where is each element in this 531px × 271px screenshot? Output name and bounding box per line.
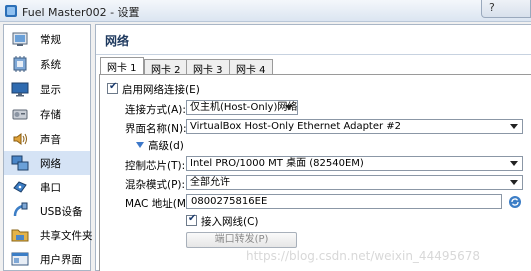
settings-main-panel: 网络 网卡 1 网卡 2 网卡 3 网卡 4 ✔ 启用网络连接(E) 连接方式(… — [95, 24, 531, 271]
sidebar-item-display[interactable]: 显示 — [4, 77, 90, 101]
chevron-down-icon — [510, 124, 518, 129]
sidebar-item-label: 存储 — [40, 109, 61, 121]
mac-address-label: MAC 地址(M): — [125, 198, 194, 210]
sidebar-item-audio[interactable]: 声音 — [4, 127, 90, 151]
settings-sidebar: 常规 系统 显示 存储 声音 网络 串口 USB设备 共享文件夹 用户界面 — [3, 24, 93, 271]
check-mark-icon: ✔ — [109, 81, 118, 92]
interface-name-value: VirtualBox Host-Only Ethernet Adapter #2 — [190, 121, 402, 132]
mac-address-value: 0800275816EE — [191, 196, 268, 207]
chevron-down-icon — [510, 161, 518, 166]
sidebar-item-label: 共享文件夹 — [40, 230, 93, 242]
sidebar-item-shared-folders[interactable]: 共享文件夹 — [4, 223, 93, 247]
tab-label: 网卡 1 — [107, 63, 137, 74]
promiscuous-mode-label: 混杂模式(P): — [125, 179, 186, 191]
adapter-type-value: Intel PRO/1000 MT 桌面 (82540EM) — [190, 158, 364, 169]
network-icon — [11, 155, 29, 171]
tab-adapter-4[interactable]: 网卡 4 — [229, 59, 273, 76]
adapter-type-select[interactable]: Intel PRO/1000 MT 桌面 (82540EM) — [186, 156, 523, 171]
virtualbox-app-icon — [5, 5, 17, 17]
storage-icon — [12, 109, 28, 120]
window-title: Fuel Master002 - 设置 — [22, 6, 140, 19]
cable-connected-checkbox[interactable]: ✔ — [186, 213, 197, 226]
advanced-expand-icon[interactable] — [136, 142, 144, 148]
sidebar-item-label: 串口 — [40, 182, 61, 194]
adapter-tab-panel: ✔ 启用网络连接(E) 连接方式(A): 仅主机(Host-Only)网络 界面… — [99, 74, 531, 271]
sidebar-item-label: USB设备 — [40, 206, 83, 218]
tab-adapter-3[interactable]: 网卡 3 — [186, 59, 230, 76]
enable-adapter-label: 启用网络连接(E) — [122, 84, 200, 96]
tab-adapter-2[interactable]: 网卡 2 — [144, 59, 188, 76]
sidebar-item-general[interactable]: 常规 — [4, 27, 90, 51]
tab-adapter-1[interactable]: 网卡 1 — [100, 57, 144, 75]
attached-to-label: 连接方式(A): — [125, 104, 186, 116]
attached-to-select[interactable]: 仅主机(Host-Only)网络 — [186, 100, 298, 115]
sidebar-item-network[interactable]: 网络 — [4, 151, 90, 175]
sidebar-item-label: 用户界面 — [40, 254, 82, 266]
check-mark-icon: ✔ — [188, 213, 197, 224]
shared-folder-icon — [11, 229, 29, 242]
sidebar-item-usb[interactable]: USB设备 — [4, 199, 90, 223]
sidebar-item-label: 显示 — [40, 84, 61, 96]
usb-icon — [13, 202, 28, 217]
advanced-toggle[interactable]: 高级(d) — [148, 138, 184, 153]
promiscuous-mode-value: 全部允许 — [190, 177, 230, 188]
watermark-text: https://blog.csdn.net/weixin_44495678 — [246, 249, 481, 263]
port-forwarding-button[interactable]: 端口转发(P) — [186, 232, 297, 248]
sidebar-item-label: 常规 — [40, 34, 61, 46]
attached-to-value: 仅主机(Host-Only)网络 — [190, 102, 298, 113]
promiscuous-mode-select[interactable]: 全部允许 — [186, 175, 523, 190]
sidebar-item-label: 网络 — [40, 158, 61, 170]
refresh-mac-icon[interactable] — [508, 195, 522, 209]
chevron-down-icon — [285, 105, 293, 110]
adapter-type-label: 控制芯片(T): — [125, 160, 186, 172]
sidebar-item-label: 声音 — [40, 134, 61, 146]
interface-name-label: 界面名称(N): — [125, 123, 187, 135]
general-icon — [12, 32, 28, 46]
title-divider — [96, 54, 531, 55]
cable-connected-label: 接入网线(C) — [201, 216, 259, 228]
interface-name-select[interactable]: VirtualBox Host-Only Ethernet Adapter #2 — [186, 119, 523, 134]
help-button[interactable]: ? — [481, 0, 531, 18]
title-bar[interactable]: Fuel Master002 - 设置 ? — [0, 0, 531, 22]
sidebar-item-system[interactable]: 系统 — [4, 52, 90, 76]
port-forwarding-label: 端口转发(P) — [214, 234, 269, 245]
audio-icon — [13, 133, 27, 145]
page-title: 网络 — [105, 34, 130, 48]
mac-address-input[interactable]: 0800275816EE — [186, 194, 502, 209]
display-icon — [11, 82, 29, 97]
chevron-down-icon — [510, 180, 518, 185]
sidebar-item-label: 系统 — [40, 59, 61, 71]
sidebar-item-serial-port[interactable]: 串口 — [4, 175, 90, 199]
system-icon — [13, 56, 27, 72]
sidebar-item-user-interface[interactable]: 用户界面 — [4, 247, 90, 271]
serial-port-icon — [13, 181, 27, 193]
sidebar-item-storage[interactable]: 存储 — [4, 102, 90, 126]
help-button-label: ? — [489, 1, 495, 14]
enable-adapter-checkbox[interactable]: ✔ — [107, 81, 118, 94]
user-interface-icon — [11, 252, 29, 266]
